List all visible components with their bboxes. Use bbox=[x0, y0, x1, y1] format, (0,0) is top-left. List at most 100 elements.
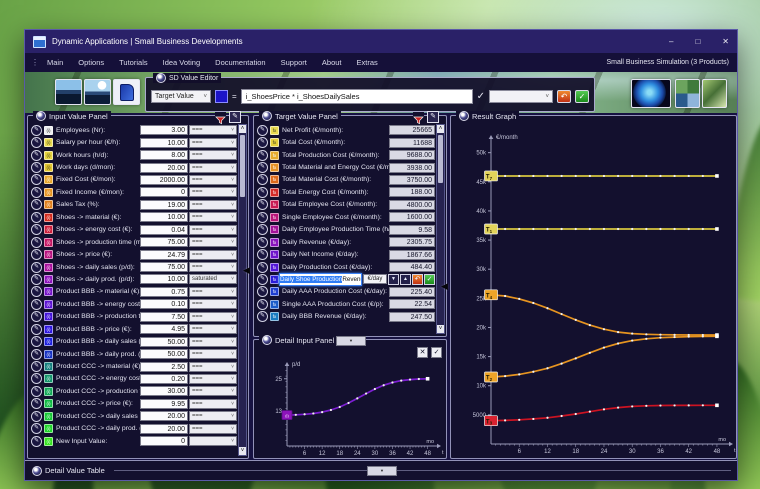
input-value-field[interactable]: 4.95 bbox=[140, 324, 188, 334]
input-mode-select[interactable]: ===˅ bbox=[189, 386, 237, 396]
row-edit-icon[interactable]: ✎ bbox=[31, 311, 42, 322]
row-edit-icon[interactable]: ✎ bbox=[257, 187, 268, 198]
filter-icon[interactable] bbox=[215, 112, 226, 121]
panel-splitter-arrow[interactable]: ◀ bbox=[243, 265, 250, 276]
input-value-field[interactable]: 20.00 bbox=[140, 424, 188, 434]
row-edit-icon[interactable]: ✎ bbox=[31, 150, 42, 161]
unit-select[interactable]: €/day bbox=[363, 274, 387, 284]
menu-item[interactable]: Options bbox=[78, 58, 104, 67]
confirm-button[interactable]: ✓ bbox=[424, 274, 435, 285]
row-edit-icon[interactable]: ✎ bbox=[257, 249, 268, 260]
row-edit-icon[interactable]: ✎ bbox=[31, 336, 42, 347]
input-mode-select[interactable]: saturated˅ bbox=[189, 274, 237, 284]
input-mode-select[interactable]: ===˅ bbox=[189, 200, 237, 210]
input-mode-select[interactable]: ===˅ bbox=[189, 187, 237, 197]
panel-splitter-arrow[interactable]: ◀ bbox=[441, 281, 448, 292]
input-value-field[interactable]: 10.00 bbox=[140, 274, 188, 284]
row-edit-icon[interactable]: ✎ bbox=[31, 125, 42, 136]
row-edit-icon[interactable]: ✎ bbox=[31, 137, 42, 148]
input-mode-select[interactable]: ===˅ bbox=[189, 250, 237, 260]
row-edit-icon[interactable]: ✎ bbox=[31, 274, 42, 285]
garden-thumbnail[interactable] bbox=[702, 79, 727, 108]
expand-table-button[interactable]: ▼ bbox=[367, 466, 397, 476]
input-value-field[interactable]: 20.00 bbox=[140, 411, 188, 421]
target-scrollbar[interactable]: ˄ ˅ bbox=[436, 124, 445, 334]
row-edit-icon[interactable]: ✎ bbox=[257, 224, 268, 235]
input-value-field[interactable]: 20.00 bbox=[140, 163, 188, 173]
row-edit-icon[interactable]: ✎ bbox=[257, 150, 268, 161]
row-edit-icon[interactable]: ✎ bbox=[31, 187, 42, 198]
row-edit-icon[interactable]: ✎ bbox=[257, 199, 268, 210]
input-value-field[interactable]: 8.00 bbox=[140, 150, 188, 160]
value-type-select[interactable]: Target Value˅ bbox=[151, 90, 211, 103]
collapse-panel-button[interactable]: ▼ bbox=[336, 336, 366, 346]
row-edit-icon[interactable]: ✎ bbox=[31, 398, 42, 409]
row-edit-icon[interactable]: ✎ bbox=[31, 324, 42, 335]
input-value-field[interactable]: 0 bbox=[140, 187, 188, 197]
row-edit-icon[interactable]: ✎ bbox=[31, 286, 42, 297]
scenario-thumbnail-1[interactable] bbox=[55, 79, 82, 105]
input-value-field[interactable]: 0.20 bbox=[140, 374, 188, 384]
input-mode-select[interactable]: ===˅ bbox=[189, 337, 237, 347]
scroll-thumb[interactable] bbox=[438, 135, 443, 183]
input-value-field[interactable]: 0.10 bbox=[140, 299, 188, 309]
input-mode-select[interactable]: ===˅ bbox=[189, 212, 237, 222]
row-edit-icon[interactable]: ✎ bbox=[31, 436, 42, 447]
input-mode-select[interactable]: ===˅ bbox=[189, 237, 237, 247]
input-value-field[interactable]: 19.00 bbox=[140, 200, 188, 210]
scroll-up-icon[interactable]: ˄ bbox=[437, 125, 444, 133]
row-edit-icon[interactable]: ✎ bbox=[31, 212, 42, 223]
formula-input[interactable]: i_ShoesPrice * i_ShoesDailySales bbox=[241, 89, 473, 104]
input-value-field[interactable]: 0 bbox=[140, 436, 188, 446]
menu-item[interactable]: About bbox=[322, 58, 342, 67]
minimize-button[interactable]: – bbox=[669, 37, 673, 46]
input-mode-select[interactable]: ===˅ bbox=[189, 424, 237, 434]
move-up-button[interactable]: ▲ bbox=[400, 274, 411, 285]
close-button[interactable]: ✕ bbox=[722, 37, 729, 46]
row-edit-icon[interactable]: ✎ bbox=[31, 237, 42, 248]
menu-item[interactable]: Support bbox=[281, 58, 307, 67]
detail-input-chart[interactable]: 1325612182430364248p/dmot(i) bbox=[254, 356, 446, 458]
row-edit-icon[interactable]: ✎ bbox=[31, 423, 42, 434]
input-value-field[interactable]: 7.50 bbox=[140, 312, 188, 322]
scroll-up-icon[interactable]: ˄ bbox=[239, 125, 246, 133]
scroll-thumb[interactable] bbox=[240, 135, 245, 197]
target-name-input[interactable]: Daily Shoe Production Revenue bbox=[279, 273, 362, 286]
input-value-field[interactable]: 50.00 bbox=[140, 349, 188, 359]
row-edit-icon[interactable]: ✎ bbox=[31, 224, 42, 235]
row-edit-icon[interactable]: ✎ bbox=[31, 162, 42, 173]
input-value-field[interactable]: 2.50 bbox=[140, 362, 188, 372]
row-edit-icon[interactable]: ✎ bbox=[257, 262, 268, 273]
row-edit-icon[interactable]: ✎ bbox=[257, 125, 268, 136]
scroll-down-icon[interactable]: ˅ bbox=[437, 325, 444, 333]
input-value-field[interactable]: 0.04 bbox=[140, 225, 188, 235]
input-mode-select[interactable]: ===˅ bbox=[189, 125, 237, 135]
input-mode-select[interactable]: ===˅ bbox=[189, 175, 237, 185]
row-edit-icon[interactable]: ✎ bbox=[31, 174, 42, 185]
input-mode-select[interactable]: ===˅ bbox=[189, 287, 237, 297]
input-value-field[interactable]: 9.95 bbox=[140, 399, 188, 409]
edit-panel-icon[interactable]: ✎ bbox=[427, 111, 439, 123]
row-edit-icon[interactable]: ✎ bbox=[257, 311, 268, 322]
input-mode-select[interactable]: ===˅ bbox=[189, 225, 237, 235]
undo-button[interactable]: ↶ bbox=[557, 90, 571, 103]
scenario-thumbnail-2[interactable] bbox=[84, 79, 111, 105]
input-mode-select[interactable]: ===˅ bbox=[189, 399, 237, 409]
filter-icon[interactable] bbox=[413, 112, 424, 121]
row-edit-icon[interactable]: ✎ bbox=[31, 199, 42, 210]
row-edit-icon[interactable]: ✎ bbox=[31, 411, 42, 422]
input-value-field[interactable]: 2000.00 bbox=[140, 175, 188, 185]
row-edit-icon[interactable]: ✎ bbox=[257, 274, 268, 285]
input-value-field[interactable]: 0.75 bbox=[140, 287, 188, 297]
input-mode-select[interactable]: ===˅ bbox=[189, 362, 237, 372]
move-down-button[interactable]: ▼ bbox=[388, 274, 399, 285]
menu-item[interactable]: Documentation bbox=[215, 58, 265, 67]
input-value-field[interactable]: 75.00 bbox=[140, 262, 188, 272]
nature-collage-thumbnail[interactable] bbox=[675, 79, 700, 108]
input-mode-select[interactable]: ===˅ bbox=[189, 262, 237, 272]
input-mode-select[interactable]: ===˅ bbox=[189, 299, 237, 309]
title-bar[interactable]: Dynamic Applications | Small Business De… bbox=[25, 30, 737, 53]
input-value-field[interactable]: 3.00 bbox=[140, 125, 188, 135]
input-mode-select[interactable]: ===˅ bbox=[189, 163, 237, 173]
input-mode-select[interactable]: ===˅ bbox=[189, 411, 237, 421]
